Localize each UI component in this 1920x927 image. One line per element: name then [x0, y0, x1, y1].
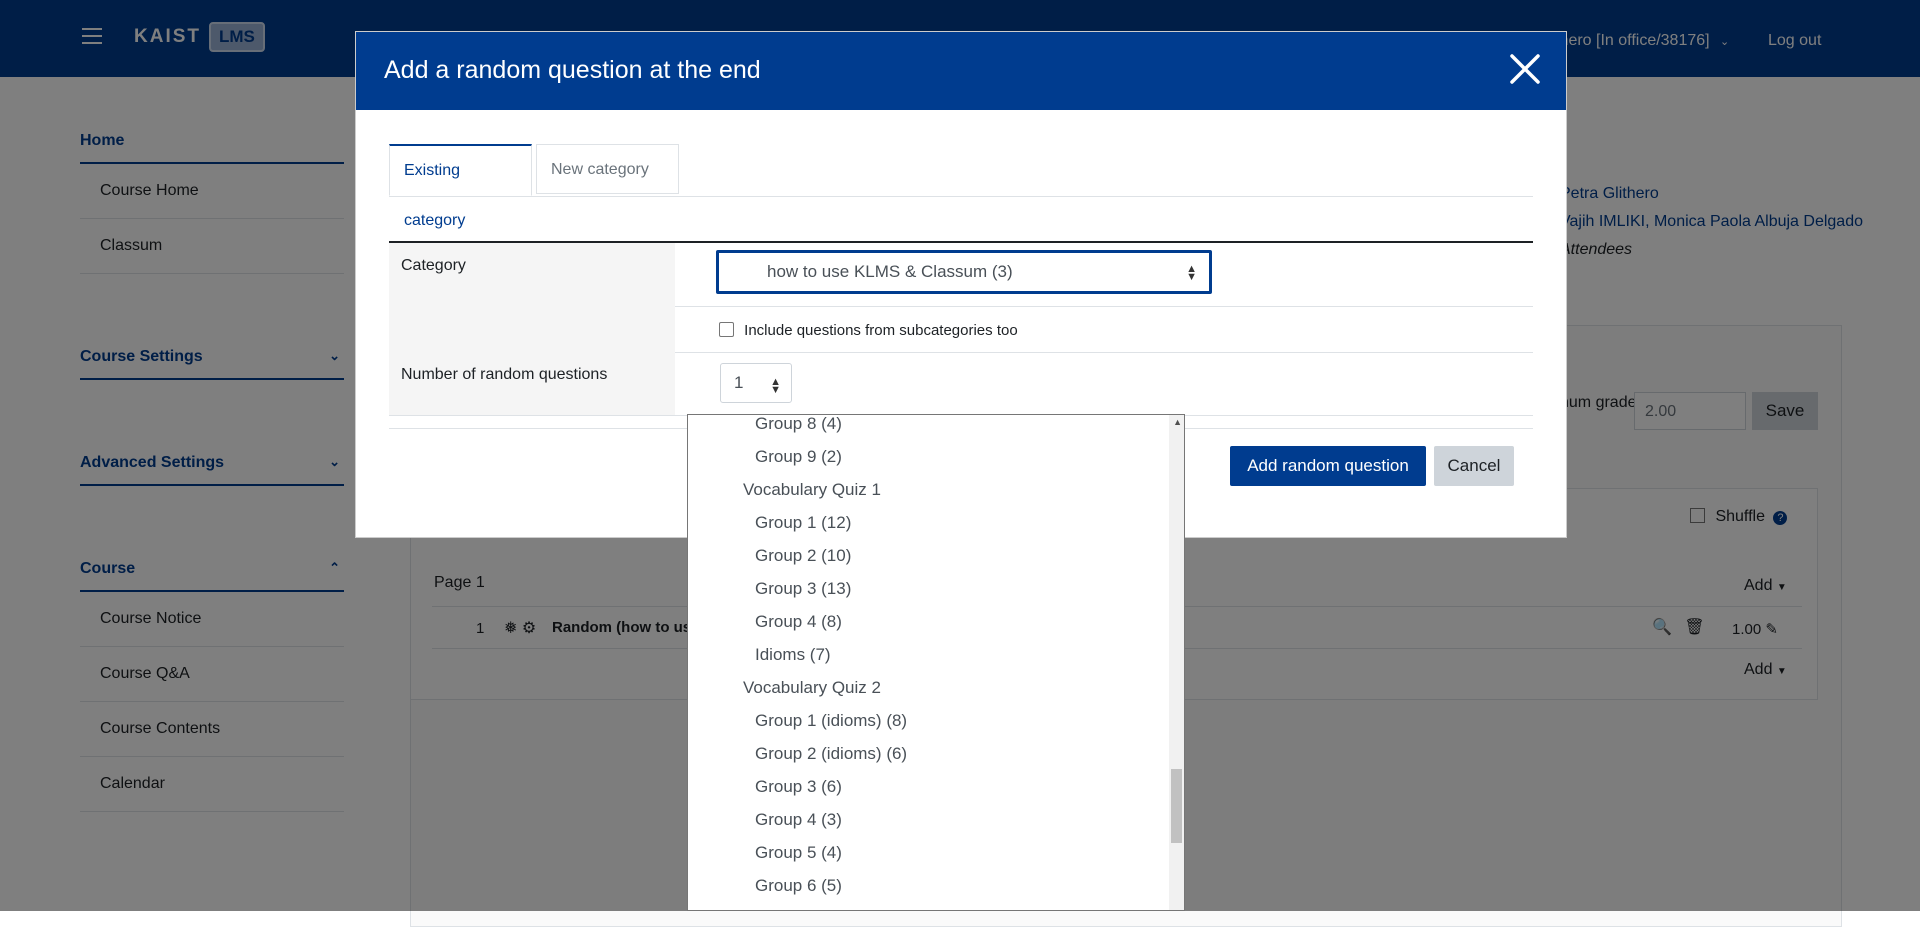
dropdown-option[interactable]: Group 1 (idioms) (8)	[688, 704, 1168, 737]
empty-label-cell	[389, 306, 675, 352]
number-select[interactable]: 1 ▲ ▼	[720, 363, 792, 403]
category-select[interactable]: how to use KLMS & Classum (3) ▲ ▼	[716, 250, 1212, 294]
scroll-up-arrow-icon[interactable]: ▲	[1173, 417, 1182, 427]
category-row: Category how to use KLMS & Classum (3) ▲…	[389, 243, 1533, 307]
dropdown-option[interactable]: Group 3 (6)	[688, 770, 1168, 803]
dropdown-option[interactable]: Group 2 (10)	[688, 539, 1168, 572]
number-row: Number of random questions 1 ▲ ▼	[389, 352, 1533, 416]
dropdown-option[interactable]: Group 9 (2)	[688, 440, 1168, 473]
include-subcategories-checkbox[interactable]	[719, 322, 734, 337]
subcategories-row: Include questions from subcategories too	[389, 306, 1533, 353]
dropdown-option[interactable]: Group 7 (4)	[688, 902, 1168, 910]
dropdown-option[interactable]: Group 6 (5)	[688, 869, 1168, 902]
dropdown-option[interactable]: Vocabulary Quiz 2	[688, 671, 1168, 704]
tab-new-category[interactable]: New category	[536, 144, 679, 194]
dropdown-option[interactable]: Group 1 (12)	[688, 506, 1168, 539]
dropdown-option[interactable]: Group 5 (4)	[688, 836, 1168, 869]
modal-header: Add a random question at the end	[356, 32, 1566, 110]
dropdown-option[interactable]: Group 4 (8)	[688, 605, 1168, 638]
dropdown-option[interactable]: Vocabulary Quiz 1	[688, 473, 1168, 506]
dropdown-options: Group 8 (4) Group 9 (2) Vocabulary Quiz 1G…	[688, 415, 1168, 910]
number-label: Number of random questions	[389, 352, 675, 415]
tab-existing-category[interactable]: Existing category	[389, 144, 532, 229]
category-select-value: how to use KLMS & Classum (3)	[767, 262, 1013, 281]
category-dropdown-list[interactable]: Group 8 (4) Group 9 (2) Vocabulary Quiz 1G…	[687, 414, 1185, 911]
modal-title: Add a random question at the end	[384, 56, 761, 84]
include-subcategories-label: Include questions from subcategories too	[744, 322, 1018, 339]
dropdown-option[interactable]: Group 3 (13)	[688, 572, 1168, 605]
close-icon[interactable]	[1506, 50, 1544, 88]
dropdown-option[interactable]: Group 8 (4)	[688, 415, 1168, 440]
dropdown-scrollbar[interactable]: ▲	[1169, 415, 1184, 910]
cancel-button[interactable]: Cancel	[1434, 446, 1514, 486]
number-select-value: 1	[734, 373, 744, 392]
category-tabs: Existing category New category	[389, 144, 1533, 229]
dropdown-option[interactable]: Group 4 (3)	[688, 803, 1168, 836]
include-subcategories-option[interactable]: Include questions from subcategories too	[719, 322, 1018, 339]
dropdown-option[interactable]: Idioms (7)	[688, 638, 1168, 671]
dropdown-option[interactable]: Group 2 (idioms) (6)	[688, 737, 1168, 770]
scrollbar-thumb[interactable]	[1171, 769, 1182, 843]
add-random-question-button[interactable]: Add random question	[1230, 446, 1426, 486]
category-label: Category	[389, 243, 675, 306]
select-arrows-icon: ▲ ▼	[1186, 263, 1197, 283]
select-arrows-icon: ▲ ▼	[770, 376, 781, 396]
